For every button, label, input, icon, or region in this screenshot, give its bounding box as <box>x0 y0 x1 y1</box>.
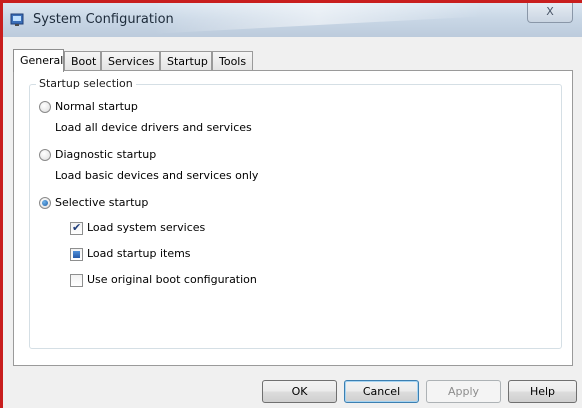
tab-boot[interactable]: Boot <box>64 51 101 71</box>
diagnostic-startup-label[interactable]: Diagnostic startup <box>55 148 156 161</box>
normal-startup-radio[interactable] <box>39 101 51 113</box>
normal-startup-label[interactable]: Normal startup <box>55 100 138 113</box>
load-system-services-checkbox[interactable] <box>70 221 83 235</box>
load-startup-items-checkbox[interactable] <box>70 248 83 261</box>
tab-tools[interactable]: Tools <box>212 51 253 71</box>
startup-selection-group: Startup selection Normal startup Load al… <box>29 77 562 349</box>
diagnostic-startup-description: Load basic devices and services only <box>55 169 259 182</box>
tab-general[interactable]: General <box>13 49 64 72</box>
tab-startup[interactable]: Startup <box>160 51 212 71</box>
tab-services[interactable]: Services <box>101 51 160 71</box>
window-title: System Configuration <box>33 12 174 27</box>
diagnostic-startup-radio[interactable] <box>39 149 51 161</box>
selective-startup-label[interactable]: Selective startup <box>55 196 148 209</box>
normal-startup-description: Load all device drivers and services <box>55 121 252 134</box>
help-button[interactable]: Help <box>508 380 577 403</box>
apply-button[interactable]: Apply <box>426 380 501 403</box>
close-button[interactable]: X <box>527 3 573 23</box>
selective-startup-radio[interactable] <box>39 197 51 209</box>
title-bar[interactable]: System Configuration X <box>3 3 582 37</box>
system-configuration-window: System Configuration X General Boot Serv… <box>0 0 582 408</box>
cancel-button[interactable]: Cancel <box>344 380 419 403</box>
use-original-boot-label[interactable]: Use original boot configuration <box>87 273 257 286</box>
load-system-services-label[interactable]: Load system services <box>87 221 205 234</box>
title-bar-glare <box>152 3 484 34</box>
general-tab-page: Startup selection Normal startup Load al… <box>13 70 573 366</box>
load-startup-items-label[interactable]: Load startup items <box>87 247 191 260</box>
dialog-client-area: General Boot Services Startup Tools Star… <box>3 37 582 408</box>
startup-selection-label: Startup selection <box>36 77 136 90</box>
msconfig-app-icon <box>10 13 24 26</box>
use-original-boot-checkbox[interactable] <box>70 274 83 287</box>
ok-button[interactable]: OK <box>262 380 337 403</box>
